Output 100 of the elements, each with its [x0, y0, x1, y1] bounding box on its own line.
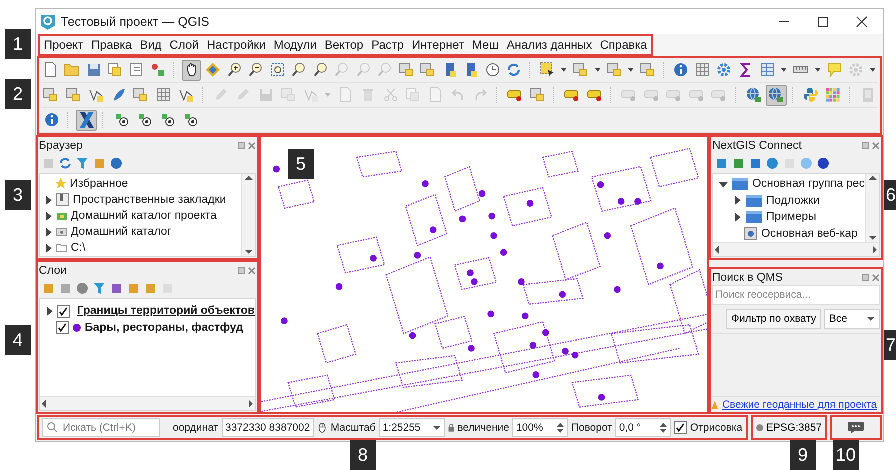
speech-bubble-icon	[847, 420, 865, 434]
callout-number: 10	[833, 440, 859, 470]
filter-button[interactable]: Фильтр по охвату	[726, 309, 822, 330]
panel-title: Поиск в QMS	[712, 272, 784, 284]
expand-arrow-icon[interactable]	[719, 180, 728, 189]
mouse-icon[interactable]	[317, 420, 328, 434]
browser-item[interactable]: Пространственные закладки	[42, 192, 241, 208]
rotation-label: Поворот	[571, 422, 612, 434]
warning-icon	[712, 401, 718, 409]
callout-number: 2	[5, 79, 31, 109]
menu-item[interactable]: Вектор	[320, 38, 368, 52]
layer-item[interactable]: Границы территорий объектов	[42, 303, 255, 320]
scroll-up-icon	[244, 174, 252, 182]
layer-name: Границы территорий объектов	[77, 305, 255, 318]
app-logo-icon	[40, 14, 56, 30]
menu-item[interactable]: Модули	[270, 38, 321, 52]
caret-icon	[867, 315, 875, 324]
browser-item-label: Домашний каталог проекта	[71, 210, 217, 222]
scrollbar[interactable]	[865, 174, 879, 242]
scroll-down-icon	[244, 248, 252, 256]
tree-item[interactable]: Основная группа рес	[715, 176, 865, 192]
map-icon	[744, 226, 758, 241]
search-field[interactable]: Поиск геосервиса...	[712, 285, 880, 306]
expand-arrow-icon[interactable]	[733, 196, 742, 206]
layer-checkbox[interactable]	[57, 304, 70, 318]
coordinate-field[interactable]: 3372330 8387002	[222, 418, 314, 437]
rotation-spinbox[interactable]: 0,0 °	[615, 418, 672, 437]
menu-item[interactable]: Вид	[136, 38, 166, 52]
dock-buttons-icon[interactable]	[238, 142, 256, 150]
callout-number: 5	[288, 149, 314, 179]
spin-arrows-icon	[557, 422, 564, 434]
callout-number: 1	[5, 29, 31, 59]
dock-buttons-icon[interactable]	[238, 266, 256, 274]
crs-button[interactable]: EPSG:3857	[756, 422, 822, 434]
menu-item[interactable]: Меш	[468, 38, 503, 52]
scrollbar[interactable]	[241, 174, 255, 256]
layer-name: Бары, рестораны, фастфуд	[85, 322, 244, 334]
dock-buttons-icon[interactable]	[862, 142, 880, 150]
scale-dropdown[interactable]: 1:25255	[378, 418, 445, 437]
browser-item-label: C:\	[71, 242, 86, 254]
tree-item-label: Основная группа рес	[752, 178, 865, 190]
scroll-right-icon	[247, 400, 255, 408]
bookmark-icon	[56, 193, 70, 207]
close-icon	[856, 16, 868, 28]
scroll-left-icon	[713, 246, 722, 254]
expand-arrow-icon[interactable]	[733, 212, 742, 222]
browser-item[interactable]: C:\	[42, 240, 241, 256]
layer-checkbox[interactable]	[56, 321, 69, 334]
tree-item[interactable]: Подложки	[715, 192, 865, 209]
scroll-left-icon	[40, 400, 48, 408]
callout-number: 7	[884, 330, 896, 360]
callout-number: 4	[5, 325, 31, 355]
menu-item[interactable]: Интернет	[408, 38, 468, 52]
maximize-icon	[817, 16, 829, 28]
menu-item[interactable]: Проект	[40, 38, 88, 52]
promo-link[interactable]: Свежие геоданные для проекта	[722, 399, 878, 411]
scrollbar[interactable]	[713, 242, 879, 256]
filter-icon[interactable]	[93, 282, 106, 294]
browser-item[interactable]: Домашний каталог проекта	[42, 208, 241, 224]
scrollbar[interactable]	[40, 396, 255, 410]
scale-label: Масштаб	[330, 422, 376, 434]
filter-icon[interactable]	[76, 156, 89, 170]
callout-number: 6	[884, 180, 896, 210]
expand-arrow-icon[interactable]	[45, 306, 54, 316]
menu-item[interactable]: Слой	[166, 38, 203, 52]
menu-item[interactable]: Справка	[596, 38, 652, 52]
callout-number: 8	[350, 440, 376, 470]
magnifier-label: величение	[458, 422, 510, 434]
panel-title: Браузер	[39, 140, 83, 152]
callout-number: 9	[790, 440, 816, 470]
scroll-up-icon	[868, 174, 876, 182]
panel-title: NextGIS Connect	[712, 140, 802, 152]
window-title: Тестовый проект — QGIS	[61, 14, 210, 28]
caret-icon	[432, 424, 441, 432]
coordinate-label: оординат	[173, 422, 218, 434]
magnifier-spinbox[interactable]: 100%	[512, 418, 568, 437]
filter-dropdown[interactable]: Все	[824, 309, 880, 330]
render-label: Отрисовка	[690, 422, 743, 434]
tree-item[interactable]: Основная веб-кар	[715, 226, 865, 242]
menu-item[interactable]: Растр	[368, 38, 408, 52]
callout-number: 3	[5, 180, 31, 210]
tree-item-label: Основная веб-кар	[761, 228, 858, 240]
browser-item-label: Избранное	[70, 178, 128, 190]
menu-item[interactable]: Настройки	[202, 38, 270, 52]
dock-buttons-icon[interactable]	[862, 274, 880, 282]
layer-item[interactable]: Бары, рестораны, фастфуд	[42, 320, 255, 336]
menu-item[interactable]: Правка	[88, 38, 136, 52]
point-symbol-icon	[72, 322, 82, 333]
menu-item[interactable]: Анализ данных	[502, 38, 596, 52]
tree-item[interactable]: Примеры	[715, 209, 865, 226]
lock-icon[interactable]	[448, 422, 455, 432]
search-field[interactable]: Искать (Ctrl+K)	[42, 418, 160, 437]
panel-title: Слои	[39, 264, 67, 276]
browser-item-label: Пространственные закладки	[73, 194, 226, 206]
checkmark-icon	[676, 423, 686, 432]
browser-item[interactable]: Избранное	[42, 176, 241, 192]
scroll-right-icon	[871, 246, 879, 254]
browser-item[interactable]: Домашний каталог	[42, 224, 241, 240]
render-checkbox[interactable]	[674, 421, 688, 434]
scroll-down-icon	[868, 234, 876, 242]
